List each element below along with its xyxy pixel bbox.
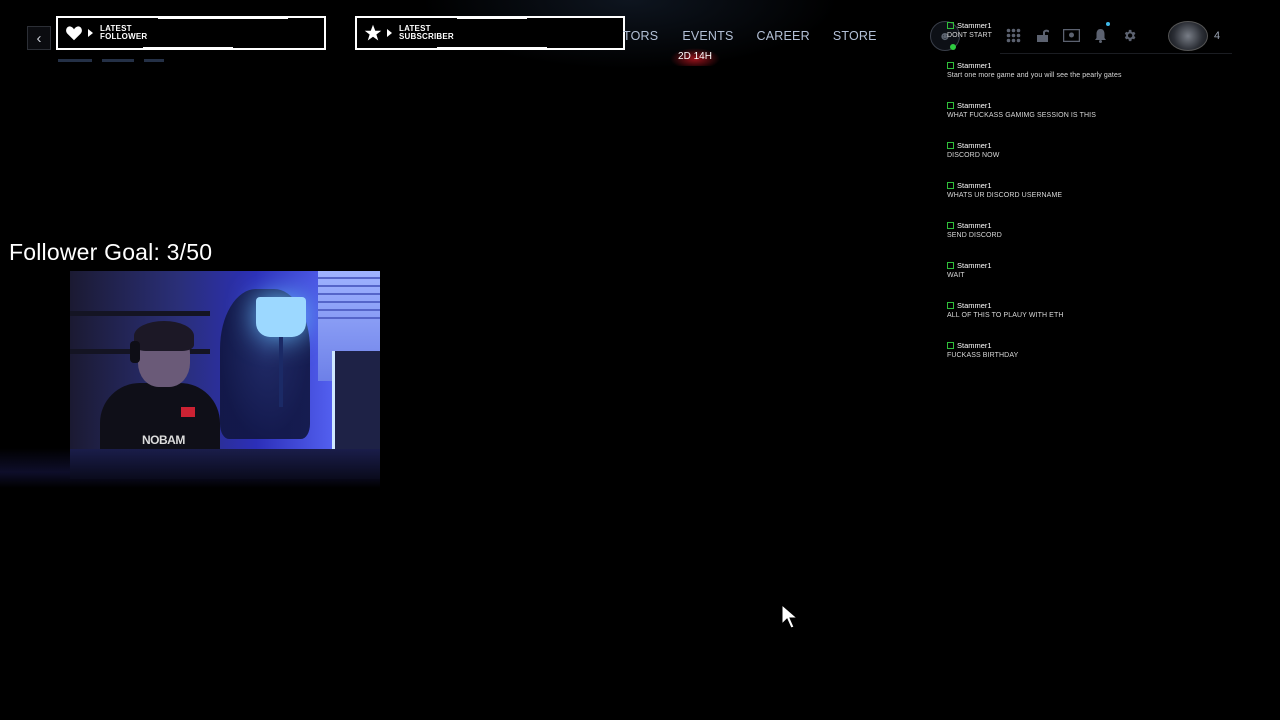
main-nav: TORS EVENTS CAREER STORE — [623, 29, 900, 43]
chat-username: Stammer1 — [957, 60, 992, 70]
blind-slat — [318, 295, 380, 303]
webcam-person-hair — [134, 321, 194, 351]
shirt-text: NOBAM — [142, 433, 185, 447]
chat-user-row: Stammer1 — [947, 60, 1267, 70]
obscured-header-strip — [58, 56, 198, 64]
event-timer: 2D 14H — [670, 48, 720, 66]
nav-item-events[interactable]: EVENTS — [682, 29, 733, 43]
webcam-lamp — [256, 297, 306, 337]
nav-item-operators[interactable]: TORS — [623, 29, 658, 43]
chat-message: Stammer1 WHAT FUCKASS GAMIMG SESSION IS … — [947, 100, 1267, 140]
webcam-feed: NOBAM — [70, 271, 380, 479]
chat-badge-icon — [947, 141, 954, 149]
alert-title: LATEST SUBSCRIBER — [399, 24, 454, 41]
strip-segment — [144, 58, 164, 62]
chat-text: ALL OF THIS TO PLAUY WITH ETH — [947, 312, 1064, 319]
caret-right-icon — [88, 29, 93, 37]
chat-badge-icon — [947, 301, 954, 309]
chat-message: Stammer1 DISCORD NOW — [947, 140, 1267, 180]
alert-bar-top — [158, 16, 288, 19]
chat-username: Stammer1 — [957, 340, 992, 350]
nav-item-store[interactable]: STORE — [833, 29, 877, 43]
chat-badge-icon — [947, 261, 954, 269]
webcam-lamp-stem — [279, 337, 283, 407]
chat-message: Stammer1 Start one more game and you wil… — [947, 60, 1267, 100]
chat-message: Stammer1 WHATS UR DISCORD USERNAME — [947, 180, 1267, 220]
headphone-icon — [130, 341, 140, 363]
chat-badge-icon — [947, 181, 954, 189]
chat-user-row: Stammer1 — [947, 20, 1267, 30]
alert-title: LATEST FOLLOWER — [100, 24, 148, 41]
strip-segment — [58, 58, 92, 62]
chat-user-row: Stammer1 — [947, 260, 1267, 270]
heart-icon — [64, 23, 84, 43]
chat-text: FUCKASS BIRTHDAY — [947, 352, 1019, 359]
alert-bar-bottom — [437, 47, 547, 50]
alert-bar-bottom — [143, 47, 233, 50]
chat-text: SEND DISCORD — [947, 232, 1002, 239]
chat-text: WHAT FUCKASS GAMIMG SESSION IS THIS — [947, 112, 1096, 119]
blind-slat — [318, 311, 380, 319]
blind-slat — [318, 287, 380, 295]
shirt-logo — [181, 407, 195, 417]
chat-message: Stammer1 ALL OF THIS TO PLAUY WITH ETH — [947, 300, 1267, 340]
mouse-cursor-icon — [781, 603, 801, 630]
chat-badge-icon — [947, 341, 954, 349]
webcam-monitor — [332, 351, 380, 461]
chat-badge-icon — [947, 21, 954, 29]
chat-text: WHATS UR DISCORD USERNAME — [947, 192, 1063, 199]
chat-username: Stammer1 — [957, 140, 992, 150]
webcam-shelf — [70, 311, 210, 316]
chat-username: Stammer1 — [957, 220, 992, 230]
chat-user-row: Stammer1 — [947, 100, 1267, 110]
chat-username: Stammer1 — [957, 100, 992, 110]
latest-follower-alert: LATEST FOLLOWER — [56, 16, 326, 50]
chat-user-row: Stammer1 — [947, 300, 1267, 310]
nav-item-career[interactable]: CAREER — [757, 29, 810, 43]
chat-badge-icon — [947, 221, 954, 229]
back-button[interactable]: ‹ — [27, 26, 51, 50]
chat-username: Stammer1 — [957, 180, 992, 190]
star-icon — [363, 23, 383, 43]
alert-bar-top — [457, 16, 527, 19]
chat-overlay: Stammer1 DONT START Stammer1 Start one m… — [947, 20, 1267, 380]
strip-segment — [102, 58, 134, 62]
webcam-desk — [70, 449, 380, 479]
blind-slat — [318, 303, 380, 311]
chat-user-row: Stammer1 — [947, 340, 1267, 350]
chat-user-row: Stammer1 — [947, 220, 1267, 230]
chat-text: DONT START — [947, 32, 992, 39]
chat-text: DISCORD NOW — [947, 152, 1000, 159]
chat-username: Stammer1 — [957, 20, 992, 30]
latest-subscriber-alert: LATEST SUBSCRIBER — [355, 16, 625, 50]
chat-user-row: Stammer1 — [947, 140, 1267, 150]
chat-username: Stammer1 — [957, 260, 992, 270]
blind-slat — [318, 271, 380, 279]
chat-message: Stammer1 WAIT — [947, 260, 1267, 300]
blind-slat — [318, 279, 380, 287]
chat-message: Stammer1 SEND DISCORD — [947, 220, 1267, 260]
chat-text: Start one more game and you will see the… — [947, 72, 1122, 79]
chat-text: WAIT — [947, 272, 965, 279]
chevron-left-icon: ‹ — [36, 29, 42, 47]
chat-badge-icon — [947, 101, 954, 109]
chat-badge-icon — [947, 61, 954, 69]
chat-username: Stammer1 — [957, 300, 992, 310]
chat-user-row: Stammer1 — [947, 180, 1267, 190]
chat-message: Stammer1 FUCKASS BIRTHDAY — [947, 340, 1267, 380]
chat-message: Stammer1 DONT START — [947, 20, 1267, 60]
caret-right-icon — [387, 29, 392, 37]
follower-goal-label: Follower Goal: 3/50 — [9, 239, 213, 265]
